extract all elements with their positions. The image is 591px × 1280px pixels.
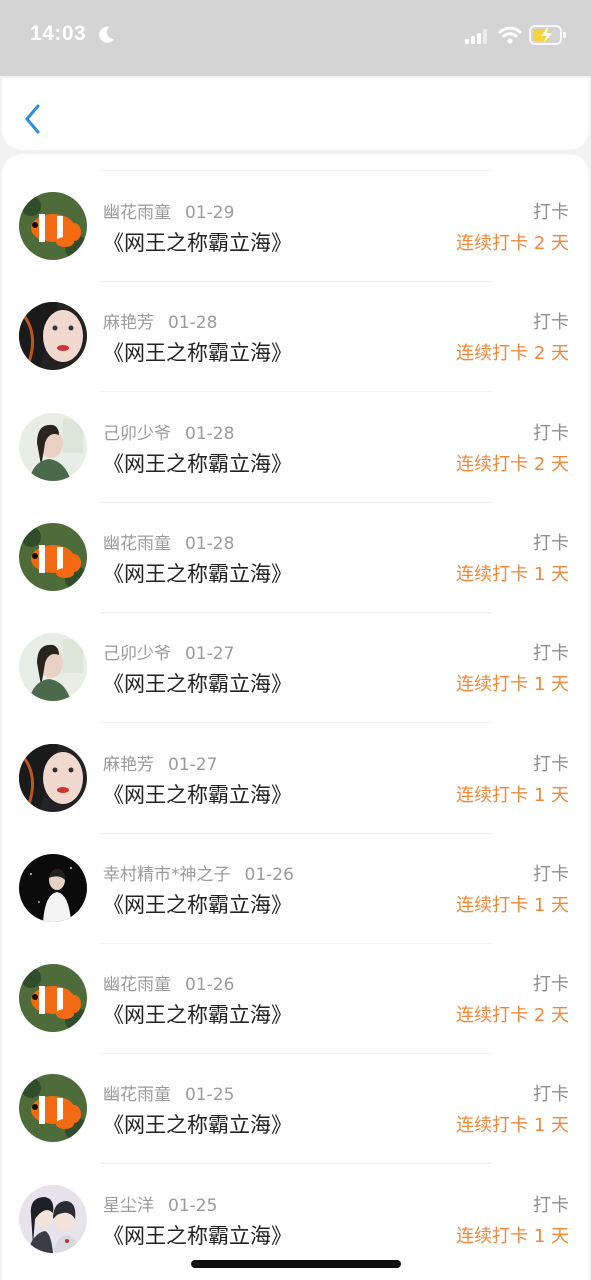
streak-label: 连续打卡 1 天 [456,784,569,806]
checkin-date: 01-27 [185,644,235,665]
user-name[interactable]: 幽花雨童 [103,534,171,554]
book-title[interactable]: 《网王之称霸立海》 [103,779,292,809]
streak-label: 连续打卡 1 天 [456,563,569,585]
back-arrow-icon[interactable] [22,102,44,136]
checkin-date: 01-28 [185,423,235,444]
user-avatar[interactable] [19,853,87,922]
user-avatar[interactable] [19,522,87,591]
user-avatar[interactable] [19,743,87,812]
streak-label: 连续打卡 1 天 [456,1115,569,1137]
user-meta: 幸村精市*神之子 01-26 [103,860,294,885]
book-title[interactable]: 《网王之称霸立海》 [103,227,292,257]
user-avatar[interactable] [19,1074,87,1143]
home-indicator [191,1260,401,1268]
checkin-label: 打卡 [533,532,569,554]
checkin-label: 打卡 [533,1084,569,1106]
checkin-date: 01-26 [185,975,235,996]
user-name[interactable]: 幸村精市*神之子 [103,865,231,885]
user-name[interactable]: 星尘洋 [103,1196,154,1216]
checkin-label: 打卡 [533,974,569,996]
status-bar: 14:03 [0,0,591,76]
checkin-list: 幽花雨童 01-29 《网王之称霸立海》 打卡 连续打卡 2 天麻艳芳 01-28 《网王之… [2,154,589,1280]
moon-icon [99,26,114,43]
checkin-row[interactable]: 星尘洋 01-25 《网王之称霸立海》 打卡连续打卡 1 天 [2,1147,589,1257]
user-meta: 幽花雨童 01-28 [103,529,234,554]
streak-label: 连续打卡 2 天 [456,233,569,254]
streak-label: 连续打卡 1 天 [456,894,569,916]
user-meta: 麻艳芳 01-27 [103,750,217,775]
user-avatar[interactable] [19,302,87,371]
checkin-row[interactable]: 幽花雨童 01-26 《网王之称霸立海》 打卡连续打卡 2 天 [2,926,589,1055]
user-name[interactable]: 己卯少爷 [103,424,171,444]
checkin-date: 01-28 [168,313,218,334]
checkin-date: 01-25 [168,1195,218,1216]
user-avatar[interactable] [19,412,87,481]
checkin-date: 01-28 [185,533,235,554]
checkin-row[interactable]: 麻艳芳 01-27 《网王之称霸立海》 打卡连续打卡 1 天 [2,706,589,834]
streak-label: 连续打卡 1 天 [456,1225,569,1247]
checkin-label: 打卡 [533,202,569,223]
book-title[interactable]: 《网王之称霸立海》 [103,1220,292,1250]
streak-label: 连续打卡 2 天 [456,1005,569,1027]
checkin-row[interactable]: 幽花雨童 01-28 《网王之称霸立海》 打卡连续打卡 1 天 [2,485,589,613]
streak-label: 连续打卡 2 天 [456,343,569,365]
nav-bar [2,78,589,150]
book-title[interactable]: 《网王之称霸立海》 [103,889,292,919]
checkin-date: 01-26 [244,864,294,885]
user-name[interactable]: 己卯少爷 [103,644,171,664]
user-meta: 己卯少爷 01-27 [103,639,234,664]
user-name[interactable]: 幽花雨童 [103,975,171,995]
checkin-label: 打卡 [533,312,569,334]
battery-icon [529,25,566,45]
book-title[interactable]: 《网王之称霸立海》 [103,1109,292,1139]
book-title[interactable]: 《网王之称霸立海》 [103,558,292,588]
streak-label: 连续打卡 1 天 [456,674,569,696]
user-meta: 星尘洋 01-25 [103,1191,217,1216]
user-meta: 己卯少爷 01-28 [103,419,234,444]
user-name[interactable]: 幽花雨童 [103,203,171,223]
user-avatar[interactable] [19,1184,87,1253]
checkin-row[interactable]: 幸村精市*神之子 01-26 《网王之称霸立海》 打卡连续打卡 1 天 [2,816,589,944]
user-avatar[interactable] [19,964,87,1033]
checkin-row[interactable]: 幽花雨童 01-25 《网王之称霸立海》 打卡连续打卡 1 天 [2,1036,589,1165]
book-title[interactable]: 《网王之称霸立海》 [103,337,292,367]
user-name[interactable]: 麻艳芳 [103,313,154,333]
signal-icon [465,29,487,44]
checkin-date: 01-25 [185,1085,235,1106]
user-meta: 幽花雨童 01-26 [103,970,234,995]
book-title[interactable]: 《网王之称霸立海》 [103,448,292,478]
checkin-label: 打卡 [533,1194,569,1216]
user-avatar[interactable] [19,633,87,702]
checkin-date: 01-29 [185,203,235,223]
checkin-row[interactable]: 幽花雨童 01-29 《网王之称霸立海》 打卡连续打卡 2 天 [2,154,589,282]
checkin-label: 打卡 [533,643,569,665]
book-title[interactable]: 《网王之称霸立海》 [103,668,292,698]
user-meta: 麻艳芳 01-28 [103,308,217,333]
checkin-row[interactable]: 麻艳芳 01-28 《网王之称霸立海》 打卡连续打卡 2 天 [2,264,589,393]
checkin-label: 打卡 [533,422,569,444]
checkin-date: 01-27 [168,754,218,775]
user-name[interactable]: 幽花雨童 [103,1085,171,1105]
checkin-row[interactable]: 己卯少爷 01-27 《网王之称霸立海》 打卡连续打卡 1 天 [2,595,589,724]
book-title[interactable]: 《网王之称霸立海》 [103,999,292,1029]
user-meta: 幽花雨童 01-25 [103,1080,234,1105]
user-meta: 幽花雨童 01-29 [103,198,234,223]
user-name[interactable]: 麻艳芳 [103,755,154,775]
wifi-icon [498,26,522,44]
checkin-row[interactable]: 己卯少爷 01-28 《网王之称霸立海》 打卡连续打卡 2 天 [2,375,589,503]
status-time: 14:03 [30,22,87,45]
checkin-label: 打卡 [533,863,569,885]
streak-label: 连续打卡 2 天 [456,453,569,475]
user-avatar[interactable] [19,192,87,260]
checkin-label: 打卡 [533,753,569,775]
